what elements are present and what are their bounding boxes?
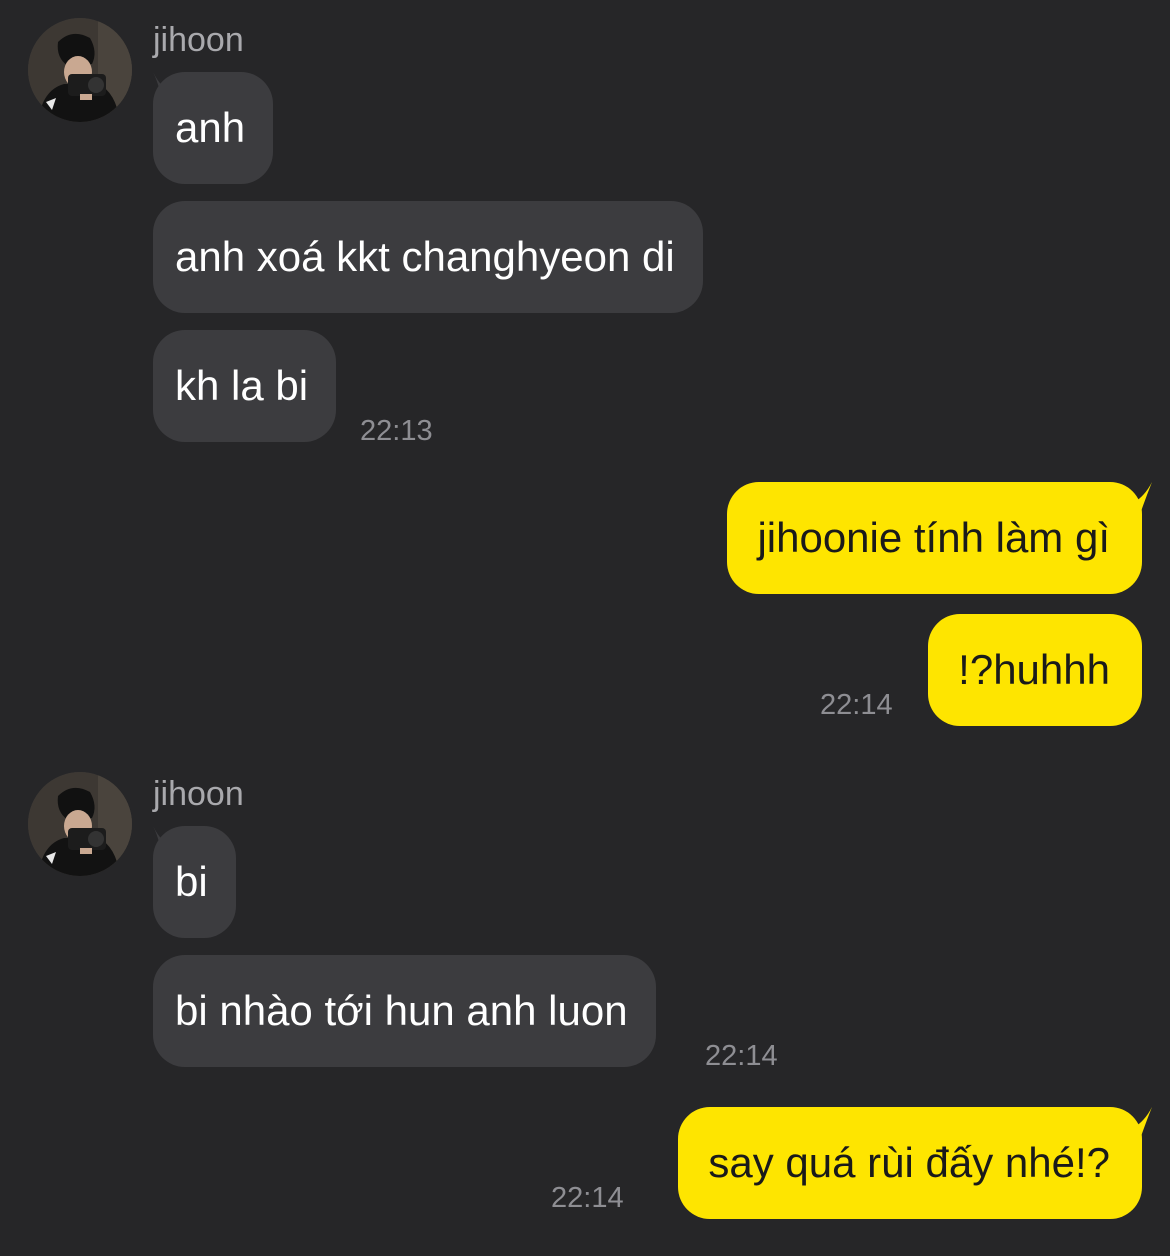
profile-photo-avatar-icon [28, 18, 132, 122]
message-timestamp: 22:14 [551, 1182, 624, 1214]
outgoing-message[interactable]: say quá rùi đấy nhé!? [678, 1107, 1142, 1219]
outgoing-message[interactable]: jihoonie tính làm gì [727, 482, 1142, 594]
sender-avatar[interactable] [28, 18, 132, 122]
message-timestamp: 22:14 [820, 689, 893, 721]
sender-name: jihoon [153, 775, 244, 813]
sender-avatar[interactable] [28, 772, 132, 876]
incoming-message[interactable]: anh [153, 72, 274, 184]
incoming-message[interactable]: kh la bi [153, 330, 337, 442]
message-timestamp: 22:13 [360, 415, 433, 447]
profile-photo-avatar-icon [28, 772, 132, 876]
sender-name: jihoon [153, 21, 244, 59]
incoming-message[interactable]: anh xoá kkt changhyeon di [153, 201, 703, 313]
message-timestamp: 22:14 [705, 1040, 778, 1072]
incoming-message[interactable]: bi [153, 826, 236, 938]
outgoing-message[interactable]: !?huhhh [928, 614, 1142, 726]
incoming-message[interactable]: bi nhào tới hun anh luon [153, 955, 656, 1067]
